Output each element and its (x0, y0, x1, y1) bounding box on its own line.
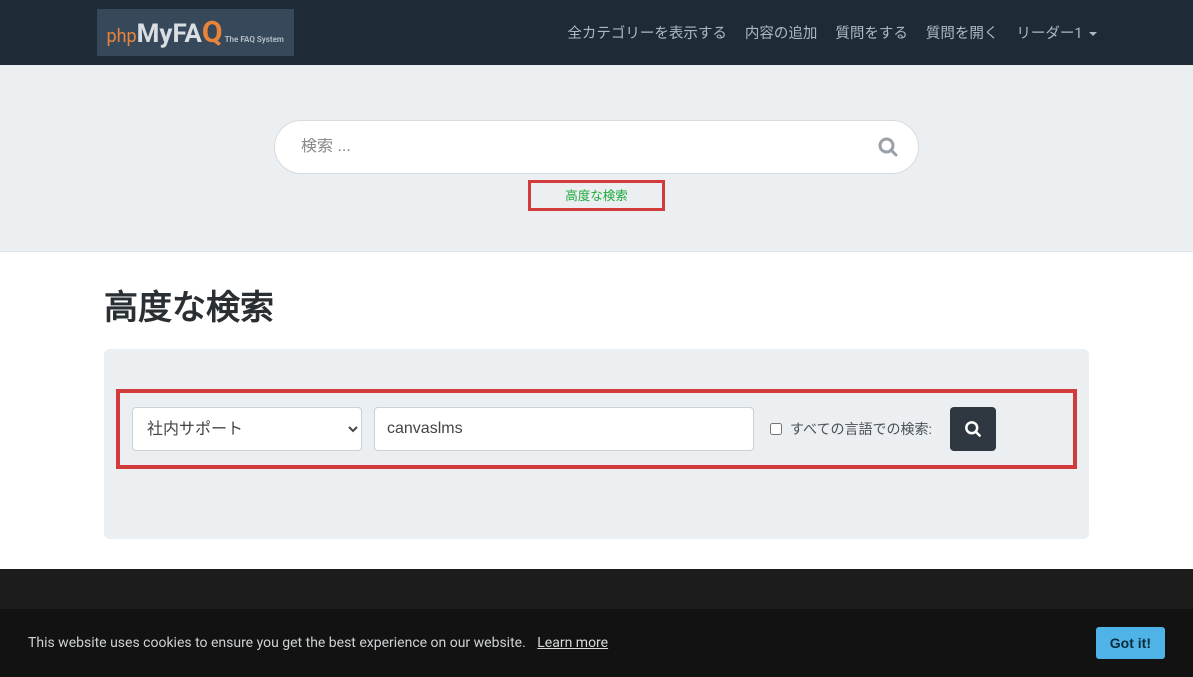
advanced-search-link[interactable]: 高度な検索 (565, 189, 628, 204)
logo-text-q: Q (202, 15, 223, 50)
logo-text-my: My (137, 19, 173, 49)
cookie-learn-more-link[interactable]: Learn more (537, 635, 608, 651)
all-languages-wrap[interactable]: すべての言語での検索: (770, 419, 932, 439)
category-select[interactable]: 社内サポート (132, 407, 362, 451)
nav-link-all-categories[interactable]: 全カテゴリーを表示する (567, 22, 727, 43)
search-pill (274, 120, 919, 174)
all-languages-label: すべての言語での検索: (790, 419, 932, 439)
footer-dark-strip (0, 569, 1193, 609)
search-icon[interactable] (876, 135, 900, 159)
cookie-bar: This website uses cookies to ensure you … (0, 609, 1193, 677)
nav-link-open-questions[interactable]: 質問を開く (926, 22, 999, 43)
navbar-inner: php My FA Q The FAQ System 全カテゴリーを表示する 内… (97, 9, 1097, 56)
nav-links: 全カテゴリーを表示する 内容の追加 質問をする 質問を開く リーダー1 (567, 22, 1096, 43)
nav-link-add-content[interactable]: 内容の追加 (745, 22, 818, 43)
nav-user-dropdown[interactable]: リーダー1 (1016, 22, 1096, 43)
advanced-search-button[interactable] (950, 407, 996, 451)
hero-search-area: 高度な検索 (0, 65, 1193, 252)
logo-text-php: php (107, 26, 137, 47)
advanced-search-highlight: 高度な検索 (528, 180, 665, 211)
nav-link-ask-question[interactable]: 質問をする (835, 22, 908, 43)
all-languages-checkbox[interactable] (770, 423, 782, 435)
cookie-accept-button[interactable]: Got it! (1096, 627, 1165, 659)
logo[interactable]: php My FA Q The FAQ System (97, 9, 294, 56)
logo-subtitle: The FAQ System (225, 35, 284, 44)
page-title: 高度な検索 (104, 280, 1089, 329)
advanced-search-form-highlight: 社内サポート すべての言語での検索: (116, 389, 1077, 469)
cookie-text: This website uses cookies to ensure you … (28, 635, 526, 651)
navbar: php My FA Q The FAQ System 全カテゴリーを表示する 内… (0, 0, 1193, 65)
logo-text-fa: FA (173, 19, 202, 49)
main-container: 高度な検索 社内サポート すべての言語での検索: (104, 252, 1089, 539)
cookie-text-wrap: This website uses cookies to ensure you … (28, 635, 608, 651)
advanced-search-panel: 社内サポート すべての言語での検索: (104, 349, 1089, 539)
search-input[interactable] (301, 138, 876, 156)
search-term-input[interactable] (374, 407, 754, 451)
